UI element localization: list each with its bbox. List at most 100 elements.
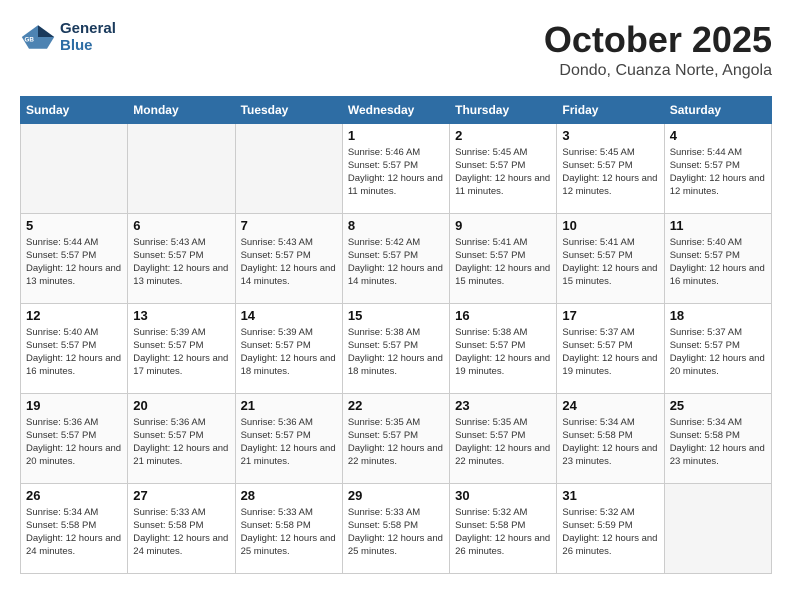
day-number: 29	[348, 488, 444, 503]
day-number: 28	[241, 488, 337, 503]
day-number: 10	[562, 218, 658, 233]
calendar-day-cell: 26 Sunrise: 5:34 AMSunset: 5:58 PMDayligh…	[21, 483, 128, 573]
calendar-day-cell	[235, 123, 342, 213]
calendar-day-cell: 4 Sunrise: 5:44 AMSunset: 5:57 PMDaylight…	[664, 123, 771, 213]
calendar-day-cell	[664, 483, 771, 573]
day-info: Sunrise: 5:33 AMSunset: 5:58 PMDaylight:…	[133, 506, 229, 559]
day-info: Sunrise: 5:33 AMSunset: 5:58 PMDaylight:…	[241, 506, 337, 559]
day-info: Sunrise: 5:37 AMSunset: 5:57 PMDaylight:…	[562, 326, 658, 379]
calendar-day-cell: 27 Sunrise: 5:33 AMSunset: 5:58 PMDayligh…	[128, 483, 235, 573]
calendar-day-cell: 2 Sunrise: 5:45 AMSunset: 5:57 PMDaylight…	[450, 123, 557, 213]
day-number: 11	[670, 218, 766, 233]
day-info: Sunrise: 5:38 AMSunset: 5:57 PMDaylight:…	[348, 326, 444, 379]
day-info: Sunrise: 5:38 AMSunset: 5:57 PMDaylight:…	[455, 326, 551, 379]
day-info: Sunrise: 5:40 AMSunset: 5:57 PMDaylight:…	[26, 326, 122, 379]
calendar-body: 1 Sunrise: 5:46 AMSunset: 5:57 PMDaylight…	[21, 123, 772, 573]
day-number: 7	[241, 218, 337, 233]
day-info: Sunrise: 5:40 AMSunset: 5:57 PMDaylight:…	[670, 236, 766, 289]
day-number: 25	[670, 398, 766, 413]
calendar-day-cell: 10Sunrise: 5:41 AMSunset: 5:57 PMDayligh…	[557, 213, 664, 303]
day-number: 5	[26, 218, 122, 233]
day-number: 23	[455, 398, 551, 413]
day-number: 4	[670, 128, 766, 143]
calendar-day-cell: 23 Sunrise: 5:35 AMSunset: 5:57 PMDayligh…	[450, 393, 557, 483]
day-info: Sunrise: 5:37 AMSunset: 5:57 PMDaylight:…	[670, 326, 766, 379]
day-number: 1	[348, 128, 444, 143]
calendar-day-cell: 12Sunrise: 5:40 AMSunset: 5:57 PMDayligh…	[21, 303, 128, 393]
calendar-day-cell: 18 Sunrise: 5:37 AMSunset: 5:57 PMDayligh…	[664, 303, 771, 393]
calendar-day-cell: 24Sunrise: 5:34 AMSunset: 5:58 PMDayligh…	[557, 393, 664, 483]
day-number: 30	[455, 488, 551, 503]
page-header: GB General Blue October 2025 Dondo, Cuan…	[20, 20, 772, 80]
day-number: 27	[133, 488, 229, 503]
day-info: Sunrise: 5:43 AMSunset: 5:57 PMDaylight:…	[133, 236, 229, 289]
day-number: 8	[348, 218, 444, 233]
day-info: Sunrise: 5:39 AMSunset: 5:57 PMDaylight:…	[133, 326, 229, 379]
calendar-day-cell: 28 Sunrise: 5:33 AMSunset: 5:58 PMDayligh…	[235, 483, 342, 573]
calendar-day-cell: 20Sunrise: 5:36 AMSunset: 5:57 PMDayligh…	[128, 393, 235, 483]
day-number: 18	[670, 308, 766, 323]
day-info: Sunrise: 5:39 AMSunset: 5:57 PMDaylight:…	[241, 326, 337, 379]
svg-text:GB: GB	[25, 37, 35, 44]
day-info: Sunrise: 5:32 AMSunset: 5:58 PMDaylight:…	[455, 506, 551, 559]
month-title: October 2025	[544, 20, 772, 60]
calendar-week-row: 12Sunrise: 5:40 AMSunset: 5:57 PMDayligh…	[21, 303, 772, 393]
day-info: Sunrise: 5:32 AMSunset: 5:59 PMDaylight:…	[562, 506, 658, 559]
calendar-week-row: 1 Sunrise: 5:46 AMSunset: 5:57 PMDaylight…	[21, 123, 772, 213]
location-title: Dondo, Cuanza Norte, Angola	[544, 62, 772, 80]
day-number: 14	[241, 308, 337, 323]
day-number: 2	[455, 128, 551, 143]
calendar-day-cell: 3Sunrise: 5:45 AMSunset: 5:57 PMDaylight…	[557, 123, 664, 213]
day-info: Sunrise: 5:36 AMSunset: 5:57 PMDaylight:…	[241, 416, 337, 469]
calendar-day-cell: 7 Sunrise: 5:43 AMSunset: 5:57 PMDaylight…	[235, 213, 342, 303]
weekday-header: Monday	[128, 96, 235, 123]
day-number: 15	[348, 308, 444, 323]
day-number: 31	[562, 488, 658, 503]
calendar-day-cell: 29 Sunrise: 5:33 AMSunset: 5:58 PMDayligh…	[342, 483, 449, 573]
day-info: Sunrise: 5:36 AMSunset: 5:57 PMDaylight:…	[133, 416, 229, 469]
calendar-day-cell: 13Sunrise: 5:39 AMSunset: 5:57 PMDayligh…	[128, 303, 235, 393]
calendar-table: SundayMondayTuesdayWednesdayThursdayFrid…	[20, 96, 772, 574]
weekday-header: Tuesday	[235, 96, 342, 123]
calendar-day-cell: 31 Sunrise: 5:32 AMSunset: 5:59 PMDayligh…	[557, 483, 664, 573]
calendar-day-cell: 9Sunrise: 5:41 AMSunset: 5:57 PMDaylight…	[450, 213, 557, 303]
calendar-day-cell: 15 Sunrise: 5:38 AMSunset: 5:57 PMDayligh…	[342, 303, 449, 393]
day-info: Sunrise: 5:43 AMSunset: 5:57 PMDaylight:…	[241, 236, 337, 289]
day-number: 3	[562, 128, 658, 143]
calendar-day-cell: 1 Sunrise: 5:46 AMSunset: 5:57 PMDaylight…	[342, 123, 449, 213]
day-info: Sunrise: 5:45 AMSunset: 5:57 PMDaylight:…	[455, 146, 551, 199]
calendar-day-cell: 30 Sunrise: 5:32 AMSunset: 5:58 PMDayligh…	[450, 483, 557, 573]
day-number: 17	[562, 308, 658, 323]
day-info: Sunrise: 5:44 AMSunset: 5:57 PMDaylight:…	[670, 146, 766, 199]
weekday-header: Saturday	[664, 96, 771, 123]
logo: GB General Blue	[20, 20, 116, 55]
day-info: Sunrise: 5:41 AMSunset: 5:57 PMDaylight:…	[455, 236, 551, 289]
day-info: Sunrise: 5:33 AMSunset: 5:58 PMDaylight:…	[348, 506, 444, 559]
day-number: 22	[348, 398, 444, 413]
calendar-day-cell: 21Sunrise: 5:36 AMSunset: 5:57 PMDayligh…	[235, 393, 342, 483]
calendar-day-cell: 14 Sunrise: 5:39 AMSunset: 5:57 PMDayligh…	[235, 303, 342, 393]
calendar-day-cell: 8 Sunrise: 5:42 AMSunset: 5:57 PMDaylight…	[342, 213, 449, 303]
day-info: Sunrise: 5:44 AMSunset: 5:57 PMDaylight:…	[26, 236, 122, 289]
day-number: 26	[26, 488, 122, 503]
weekday-header: Friday	[557, 96, 664, 123]
calendar-day-cell: 6 Sunrise: 5:43 AMSunset: 5:57 PMDaylight…	[128, 213, 235, 303]
calendar-day-cell	[21, 123, 128, 213]
weekday-header: Thursday	[450, 96, 557, 123]
calendar-day-cell: 25Sunrise: 5:34 AMSunset: 5:58 PMDayligh…	[664, 393, 771, 483]
calendar-day-cell: 19Sunrise: 5:36 AMSunset: 5:57 PMDayligh…	[21, 393, 128, 483]
day-info: Sunrise: 5:35 AMSunset: 5:57 PMDaylight:…	[348, 416, 444, 469]
calendar-day-cell: 5 Sunrise: 5:44 AMSunset: 5:57 PMDaylight…	[21, 213, 128, 303]
day-info: Sunrise: 5:46 AMSunset: 5:57 PMDaylight:…	[348, 146, 444, 199]
title-block: October 2025 Dondo, Cuanza Norte, Angola	[544, 20, 772, 80]
day-info: Sunrise: 5:34 AMSunset: 5:58 PMDaylight:…	[562, 416, 658, 469]
calendar-day-cell: 22 Sunrise: 5:35 AMSunset: 5:57 PMDayligh…	[342, 393, 449, 483]
day-number: 6	[133, 218, 229, 233]
calendar-day-cell: 17 Sunrise: 5:37 AMSunset: 5:57 PMDayligh…	[557, 303, 664, 393]
day-number: 16	[455, 308, 551, 323]
day-info: Sunrise: 5:42 AMSunset: 5:57 PMDaylight:…	[348, 236, 444, 289]
weekday-header: Sunday	[21, 96, 128, 123]
day-info: Sunrise: 5:35 AMSunset: 5:57 PMDaylight:…	[455, 416, 551, 469]
day-info: Sunrise: 5:36 AMSunset: 5:57 PMDaylight:…	[26, 416, 122, 469]
day-info: Sunrise: 5:34 AMSunset: 5:58 PMDaylight:…	[26, 506, 122, 559]
